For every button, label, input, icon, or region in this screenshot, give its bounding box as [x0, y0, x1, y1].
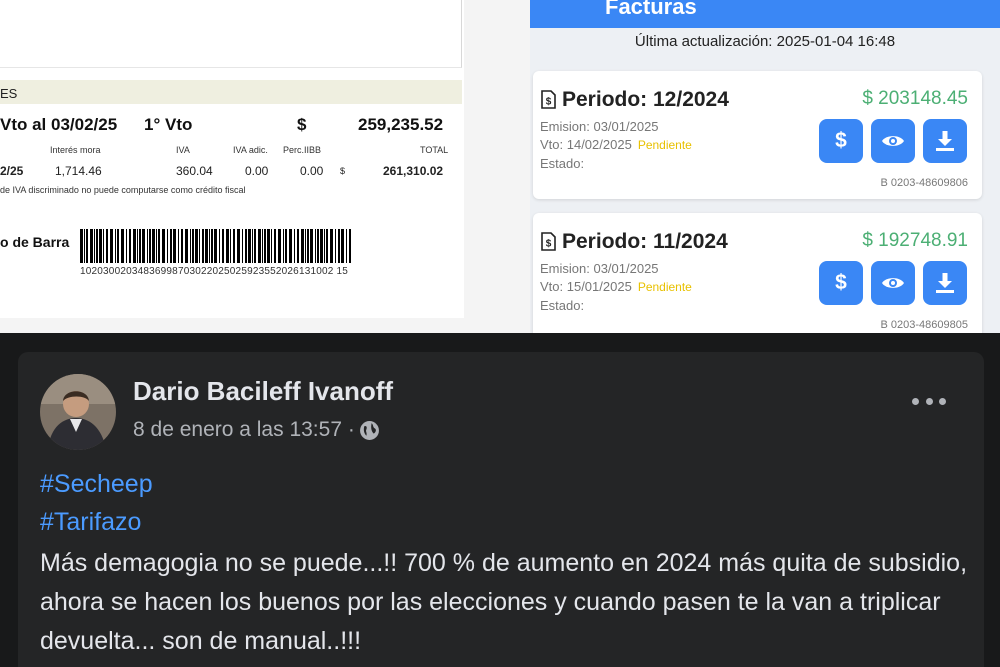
bill-due: Vto: 15/01/2025 Pendiente: [540, 279, 692, 294]
download-button[interactable]: [923, 119, 967, 163]
pay-button[interactable]: $: [819, 261, 863, 305]
invoice-due-row: Vto al 03/02/25 1° Vto $ 259,235.52: [0, 112, 462, 138]
svg-text:$: $: [546, 97, 552, 108]
bill-amount: $ 192748.91: [862, 230, 968, 251]
dot: [939, 397, 946, 405]
view-button[interactable]: [871, 119, 915, 163]
bill-due: Vto: 14/02/2025 Pendiente: [540, 137, 692, 152]
invoice-section-band: ES: [0, 80, 462, 104]
barcode-image: [80, 229, 351, 263]
dot: [912, 397, 919, 405]
bill-period: Periodo: 12/2024: [562, 88, 729, 111]
eye-icon: [882, 136, 904, 146]
app-title: Facturas: [605, 0, 697, 19]
globe-icon: [359, 420, 379, 440]
bill-emision: Emision: 03/01/2025: [540, 119, 659, 134]
bill-card[interactable]: $ Periodo: 11/2024 $ 192748.91 Emision: …: [533, 213, 982, 333]
col-iva-adic: IVA adic.: [233, 145, 268, 155]
invoice-sheet: ES Vto al 03/02/25 1° Vto $ 259,235.52 I…: [0, 0, 464, 318]
view-button[interactable]: [871, 261, 915, 305]
bill-due-date: Vto: 14/02/2025: [540, 137, 632, 152]
col-iva: IVA: [176, 145, 190, 155]
app-header: Facturas: [530, 0, 1000, 28]
bill-card[interactable]: $ Periodo: 12/2024 $ 203148.45 Emision: …: [533, 71, 982, 199]
col-perc-iibb: Perc.IIBB: [283, 145, 322, 155]
bill-status: Pendiente: [637, 138, 692, 152]
dollar-icon: $: [835, 271, 847, 294]
val-iva: 360.04: [176, 164, 213, 178]
invoice-doc-icon: $: [541, 90, 556, 109]
invoice-currency: $: [297, 115, 307, 134]
bill-period: Periodo: 11/2024: [562, 230, 728, 253]
eye-icon: [882, 278, 904, 288]
col-total: TOTAL: [420, 145, 449, 155]
bill-amount: $ 203148.45: [862, 88, 968, 109]
last-update-text: Última actualización: 2025-01-04 16:48: [634, 33, 896, 50]
download-icon: [936, 273, 954, 293]
bill-emision: Emision: 03/01/2025: [540, 261, 659, 276]
col-interes-mora: Interés mora: [50, 145, 101, 155]
hashtag-tarifazo[interactable]: #Tarifazo: [40, 508, 141, 537]
invoice-header-box: [0, 0, 462, 68]
more-options-button[interactable]: [912, 394, 946, 408]
download-button[interactable]: [923, 261, 967, 305]
hashtag-secheep[interactable]: #Secheep: [40, 470, 153, 499]
post-meta: 8 de enero a las 13:57 ·: [133, 418, 380, 442]
avatar-image: [40, 374, 116, 450]
barcode-number: 1020300203483699870302202502592355202613…: [80, 266, 349, 277]
val-iva-adic: 0.00: [245, 164, 269, 178]
invoice-due-date: Vto al 03/02/25: [0, 115, 118, 134]
post-timestamp[interactable]: 8 de enero a las 13:57 ·: [133, 418, 355, 442]
svg-text:$: $: [546, 239, 552, 250]
val-date-fragment: 2/25: [0, 164, 24, 178]
dot: [925, 397, 933, 405]
val-perc-iibb: 0.00: [300, 164, 324, 178]
barcode-label: o de Barra: [0, 234, 70, 250]
val-interes-mora: 1,714.46: [55, 164, 102, 178]
bill-reference: B 0203-48609805: [880, 319, 968, 331]
bill-status: Pendiente: [637, 280, 692, 294]
dollar-icon: $: [835, 129, 847, 152]
download-icon: [936, 131, 954, 151]
pay-button[interactable]: $: [819, 119, 863, 163]
post-body-text: Más demagogia no se puede...!! 700 % de …: [40, 549, 968, 655]
author-avatar[interactable]: [40, 374, 116, 450]
author-name[interactable]: Dario Bacileff Ivanoff: [133, 376, 393, 407]
bill-due-date: Vto: 15/01/2025: [540, 279, 632, 294]
invoice-section-label: ES: [0, 86, 18, 101]
bill-estado-label: Estado:: [540, 298, 585, 313]
bill-reference: B 0203-48609806: [880, 177, 968, 189]
val-total: 261,310.02: [383, 164, 444, 178]
invoice-tax-note: de IVA discriminado no puede computarse …: [0, 185, 246, 195]
social-post: Dario Bacileff Ivanoff 8 de enero a las …: [18, 352, 984, 667]
bill-estado-label: Estado:: [540, 156, 585, 171]
billing-app: Facturas Última actualización: 2025-01-0…: [530, 0, 1000, 333]
invoice-first-total: 259,235.52: [358, 115, 444, 134]
invoice-doc-icon: $: [541, 232, 556, 251]
invoice-document: ES Vto al 03/02/25 1° Vto $ 259,235.52 I…: [0, 0, 530, 333]
val-currency: $: [340, 166, 346, 176]
invoice-due-number: 1° Vto: [144, 115, 193, 134]
